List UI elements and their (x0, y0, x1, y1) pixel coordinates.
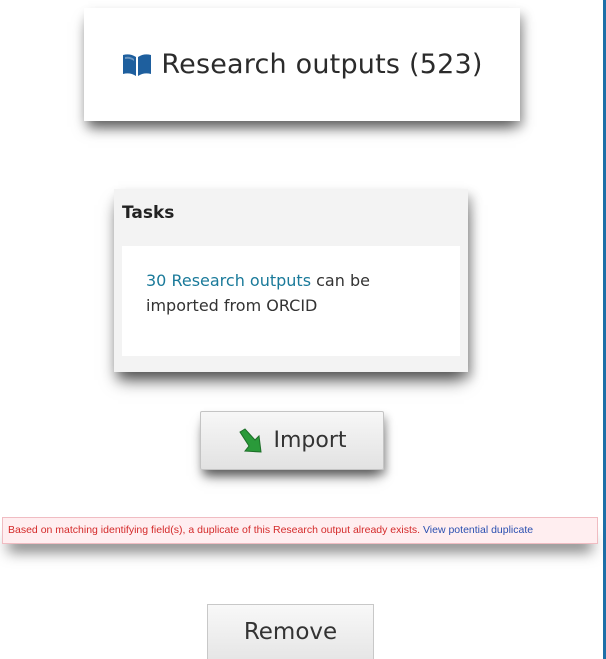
task-item: 30 Research outputs can be imported from… (122, 246, 460, 356)
tasks-card: Tasks 30 Research outputs can be importe… (114, 189, 468, 372)
research-outputs-header: Research outputs (523) (121, 49, 482, 80)
remove-button[interactable]: Remove (207, 604, 374, 659)
task-text: 30 Research outputs can be imported from… (146, 268, 446, 318)
import-button-label: Import (273, 428, 347, 453)
book-open-icon (121, 52, 153, 78)
research-outputs-title: Research outputs (523) (161, 49, 483, 80)
view-potential-duplicate-link[interactable]: View potential duplicate (423, 524, 533, 536)
research-outputs-card[interactable]: Research outputs (523) (84, 8, 520, 121)
duplicate-warning: Based on matching identifying field(s), … (2, 517, 598, 544)
duplicate-warning-message: Based on matching identifying field(s), … (8, 524, 423, 536)
remove-button-label: Remove (243, 619, 338, 645)
import-button[interactable]: Import (200, 411, 384, 470)
tasks-heading: Tasks (122, 203, 175, 223)
green-arrow-down-right-icon (237, 427, 265, 454)
research-outputs-import-link[interactable]: 30 Research outputs (146, 271, 311, 290)
